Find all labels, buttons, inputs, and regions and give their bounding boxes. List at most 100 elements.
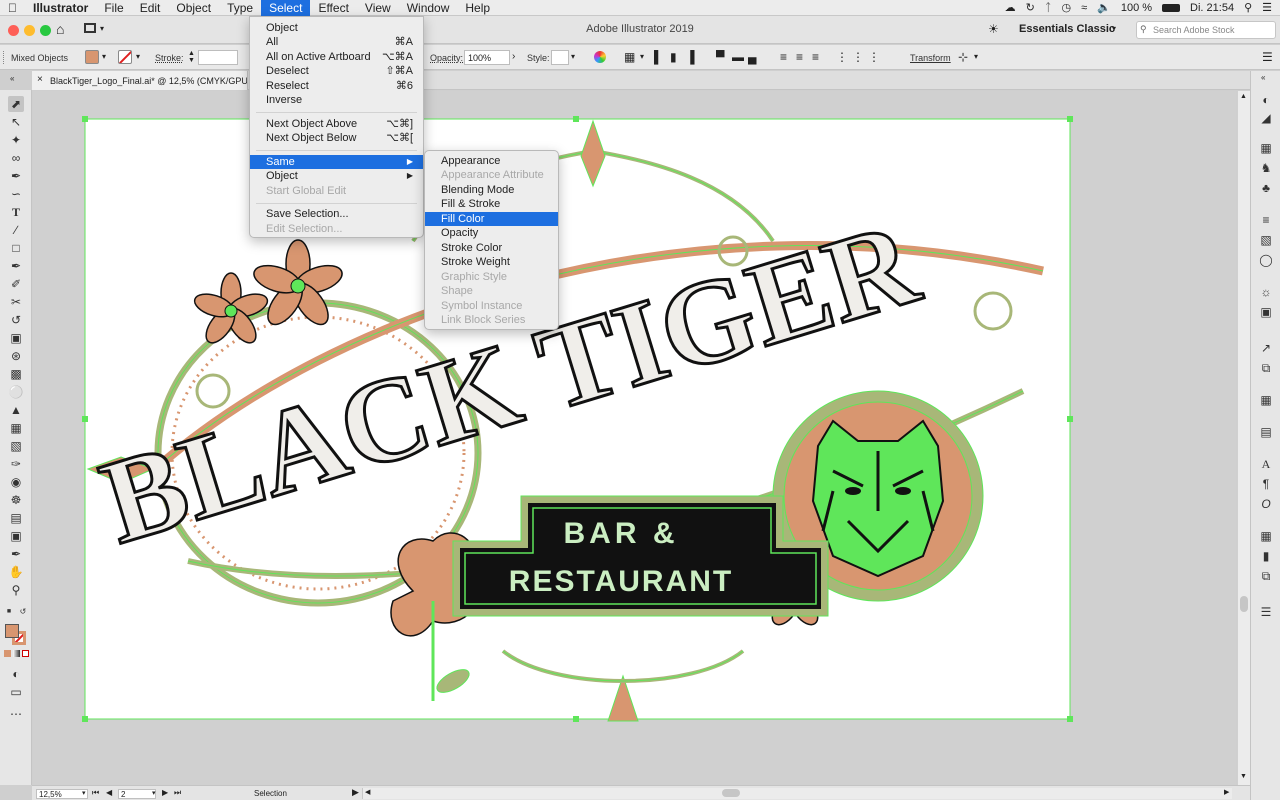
menu-file[interactable]: File — [96, 0, 131, 16]
volume-icon[interactable]: 🔈 — [1097, 1, 1111, 14]
swatches-panel-icon[interactable]: ▦ — [1259, 141, 1273, 155]
status-text[interactable]: Selection — [254, 789, 287, 798]
column-graph-tool-icon[interactable]: ▤ — [8, 510, 24, 526]
close-tab-icon[interactable]: × — [37, 74, 43, 85]
workspace-switcher[interactable]: Essentials Classic — [1019, 23, 1115, 35]
pathfinder-panel-icon[interactable]: ⧉ — [1259, 569, 1273, 583]
chevron-down-icon[interactable]: ▾ — [640, 52, 644, 61]
scale-tool-icon[interactable]: ▣ — [8, 330, 24, 346]
scroll-down-icon[interactable]: ▼ — [1240, 773, 1247, 780]
menu-item-select-all[interactable]: All ⌘A — [250, 35, 423, 49]
menu-edit[interactable]: Edit — [132, 0, 169, 16]
recolor-artwork-icon[interactable] — [594, 51, 606, 63]
align-vertical-center-icon[interactable]: ▬ — [732, 50, 744, 64]
previous-artboard-icon[interactable]: ◀ — [106, 788, 112, 797]
distribute-vertical-center-icon[interactable]: ≡ — [796, 50, 803, 64]
align-to-icon[interactable]: ▦ — [624, 50, 635, 64]
align-panel-icon[interactable]: ▮ — [1259, 549, 1273, 563]
transform-panel-icon[interactable]: ▦ — [1259, 529, 1273, 543]
stroke-panel-icon[interactable]: ≡ — [1259, 213, 1273, 227]
battery-percent[interactable]: 100 % — [1121, 2, 1152, 14]
transform-link[interactable]: Transform — [910, 53, 951, 63]
screen-mode-icon[interactable]: ▭ — [8, 684, 24, 700]
last-artboard-icon[interactable]: ⏭ — [174, 788, 181, 798]
wifi-icon[interactable]: ≈ — [1081, 2, 1087, 14]
gradient-tool-icon[interactable]: ▧ — [8, 438, 24, 454]
slice-tool-icon[interactable]: ✒ — [8, 546, 24, 562]
chevron-down-icon[interactable]: ▾ — [571, 52, 575, 61]
stroke-weight-stepper[interactable]: ▲ ▼ — [188, 50, 195, 64]
distribute-horizontal-center-icon[interactable]: ⋮ — [852, 50, 864, 64]
spotlight-icon[interactable]: ⚲ — [1244, 1, 1252, 14]
artboard-tool-icon[interactable]: ▣ — [8, 528, 24, 544]
chevron-right-icon[interactable]: › — [512, 51, 515, 62]
menu-object[interactable]: Object — [168, 0, 219, 16]
curvature-tool-icon[interactable]: ∽ — [8, 186, 24, 202]
default-fill-stroke-icon[interactable]: ■ — [4, 604, 14, 615]
symbol-sprayer-tool-icon[interactable]: ☸ — [8, 492, 24, 508]
blend-tool-icon[interactable]: ◉ — [8, 474, 24, 490]
align-left-icon[interactable]: ▌ — [654, 50, 663, 64]
perspective-grid-tool-icon[interactable]: ▲ — [8, 402, 24, 418]
menu-window[interactable]: Window — [399, 0, 458, 16]
menu-select[interactable]: Select — [261, 0, 311, 16]
lightbulb-icon[interactable]: ☀ — [988, 22, 999, 36]
stock-search-input[interactable]: Search Adobe Stock — [1136, 21, 1276, 39]
transparency-panel-icon[interactable]: ◯ — [1259, 253, 1273, 267]
scroll-up-icon[interactable]: ▲ — [1240, 93, 1247, 100]
submenu-item-appearance[interactable]: Appearance — [425, 154, 558, 168]
magic-wand-tool-icon[interactable]: ✦ — [8, 132, 24, 148]
horizontal-scroll-thumb[interactable] — [722, 789, 740, 797]
horizontal-scrollbar[interactable] — [362, 788, 1232, 799]
time-machine-icon[interactable]: ◷ — [1061, 1, 1071, 14]
menu-item-object[interactable]: Object — [250, 21, 423, 35]
draw-mode-icon[interactable]: ◐ — [8, 666, 24, 682]
vertical-scrollbar[interactable]: ▲ ▼ — [1237, 91, 1250, 785]
color-guide-panel-icon[interactable]: ◢ — [1259, 111, 1273, 125]
menu-item-next-object-above[interactable]: Next Object Above ⌥⌘] — [250, 117, 423, 131]
rotate-tool-icon[interactable]: ↺ — [8, 312, 24, 328]
submenu-item-opacity[interactable]: Opacity — [425, 226, 558, 240]
align-top-icon[interactable]: ▀ — [716, 50, 725, 64]
menu-item-all-on-active-artboard[interactable]: All on Active Artboard ⌥⌘A — [250, 50, 423, 64]
submenu-item-stroke-weight[interactable]: Stroke Weight — [425, 255, 558, 269]
menu-item-save-selection[interactable]: Save Selection... — [250, 207, 423, 221]
menu-item-deselect[interactable]: Deselect ⇧⌘A — [250, 64, 423, 78]
shape-builder-tool-icon[interactable]: ⚪ — [8, 384, 24, 400]
submenu-item-fill-stroke[interactable]: Fill & Stroke — [425, 197, 558, 211]
menu-item-next-object-below[interactable]: Next Object Below ⌥⌘[ — [250, 131, 423, 145]
hand-tool-icon[interactable]: ✋ — [8, 564, 24, 580]
next-artboard-icon[interactable]: ▶ — [162, 788, 168, 797]
menu-app-name[interactable]: Illustrator — [25, 0, 96, 16]
free-transform-tool-icon[interactable]: ▩ — [8, 366, 24, 382]
menu-type[interactable]: Type — [219, 0, 261, 16]
menu-help[interactable]: Help — [457, 0, 498, 16]
menu-item-inverse[interactable]: Inverse — [250, 93, 423, 107]
bluetooth-icon[interactable]: ᛏ — [1045, 2, 1052, 14]
distribute-right-icon[interactable]: ⋮ — [868, 50, 880, 64]
submenu-item-stroke-color[interactable]: Stroke Color — [425, 241, 558, 255]
gradient-mode-icon[interactable] — [13, 650, 20, 657]
layers-panel-icon[interactable]: ☰ — [1259, 605, 1273, 619]
isolate-group-icon[interactable]: ⊹ — [958, 50, 968, 64]
mesh-tool-icon[interactable]: ▦ — [8, 420, 24, 436]
submenu-item-blending-mode[interactable]: Blending Mode — [425, 183, 558, 197]
tools-panel-collapse-icon[interactable]: « — [10, 74, 14, 83]
dock-expand-icon[interactable]: « — [1261, 73, 1265, 82]
align-right-icon[interactable]: ▐ — [686, 50, 695, 64]
paintbrush-tool-icon[interactable]: ✒ — [8, 258, 24, 274]
rectangle-tool-icon[interactable]: □ — [8, 240, 24, 256]
none-mode-icon[interactable] — [22, 650, 29, 657]
type-tool-icon[interactable]: T — [8, 204, 24, 220]
opentype-panel-icon[interactable]: O — [1259, 497, 1273, 511]
shaper-tool-icon[interactable]: ✐ — [8, 276, 24, 292]
menu-item-object-submenu[interactable]: Object ▶ — [250, 169, 423, 183]
chevron-down-icon[interactable]: ▾ — [1112, 24, 1116, 33]
menu-view[interactable]: View — [357, 0, 399, 16]
zoom-level-field[interactable]: 12,5% — [36, 789, 88, 799]
status-menu-icon[interactable]: ▶ — [352, 787, 359, 798]
export-panel-icon[interactable]: ↗ — [1259, 341, 1273, 355]
distribute-left-icon[interactable]: ⋮ — [836, 50, 848, 64]
menu-effect[interactable]: Effect — [310, 0, 356, 16]
canvas-area[interactable]: BLACK TIGER BAR & RESTAURANT — [33, 91, 1236, 785]
